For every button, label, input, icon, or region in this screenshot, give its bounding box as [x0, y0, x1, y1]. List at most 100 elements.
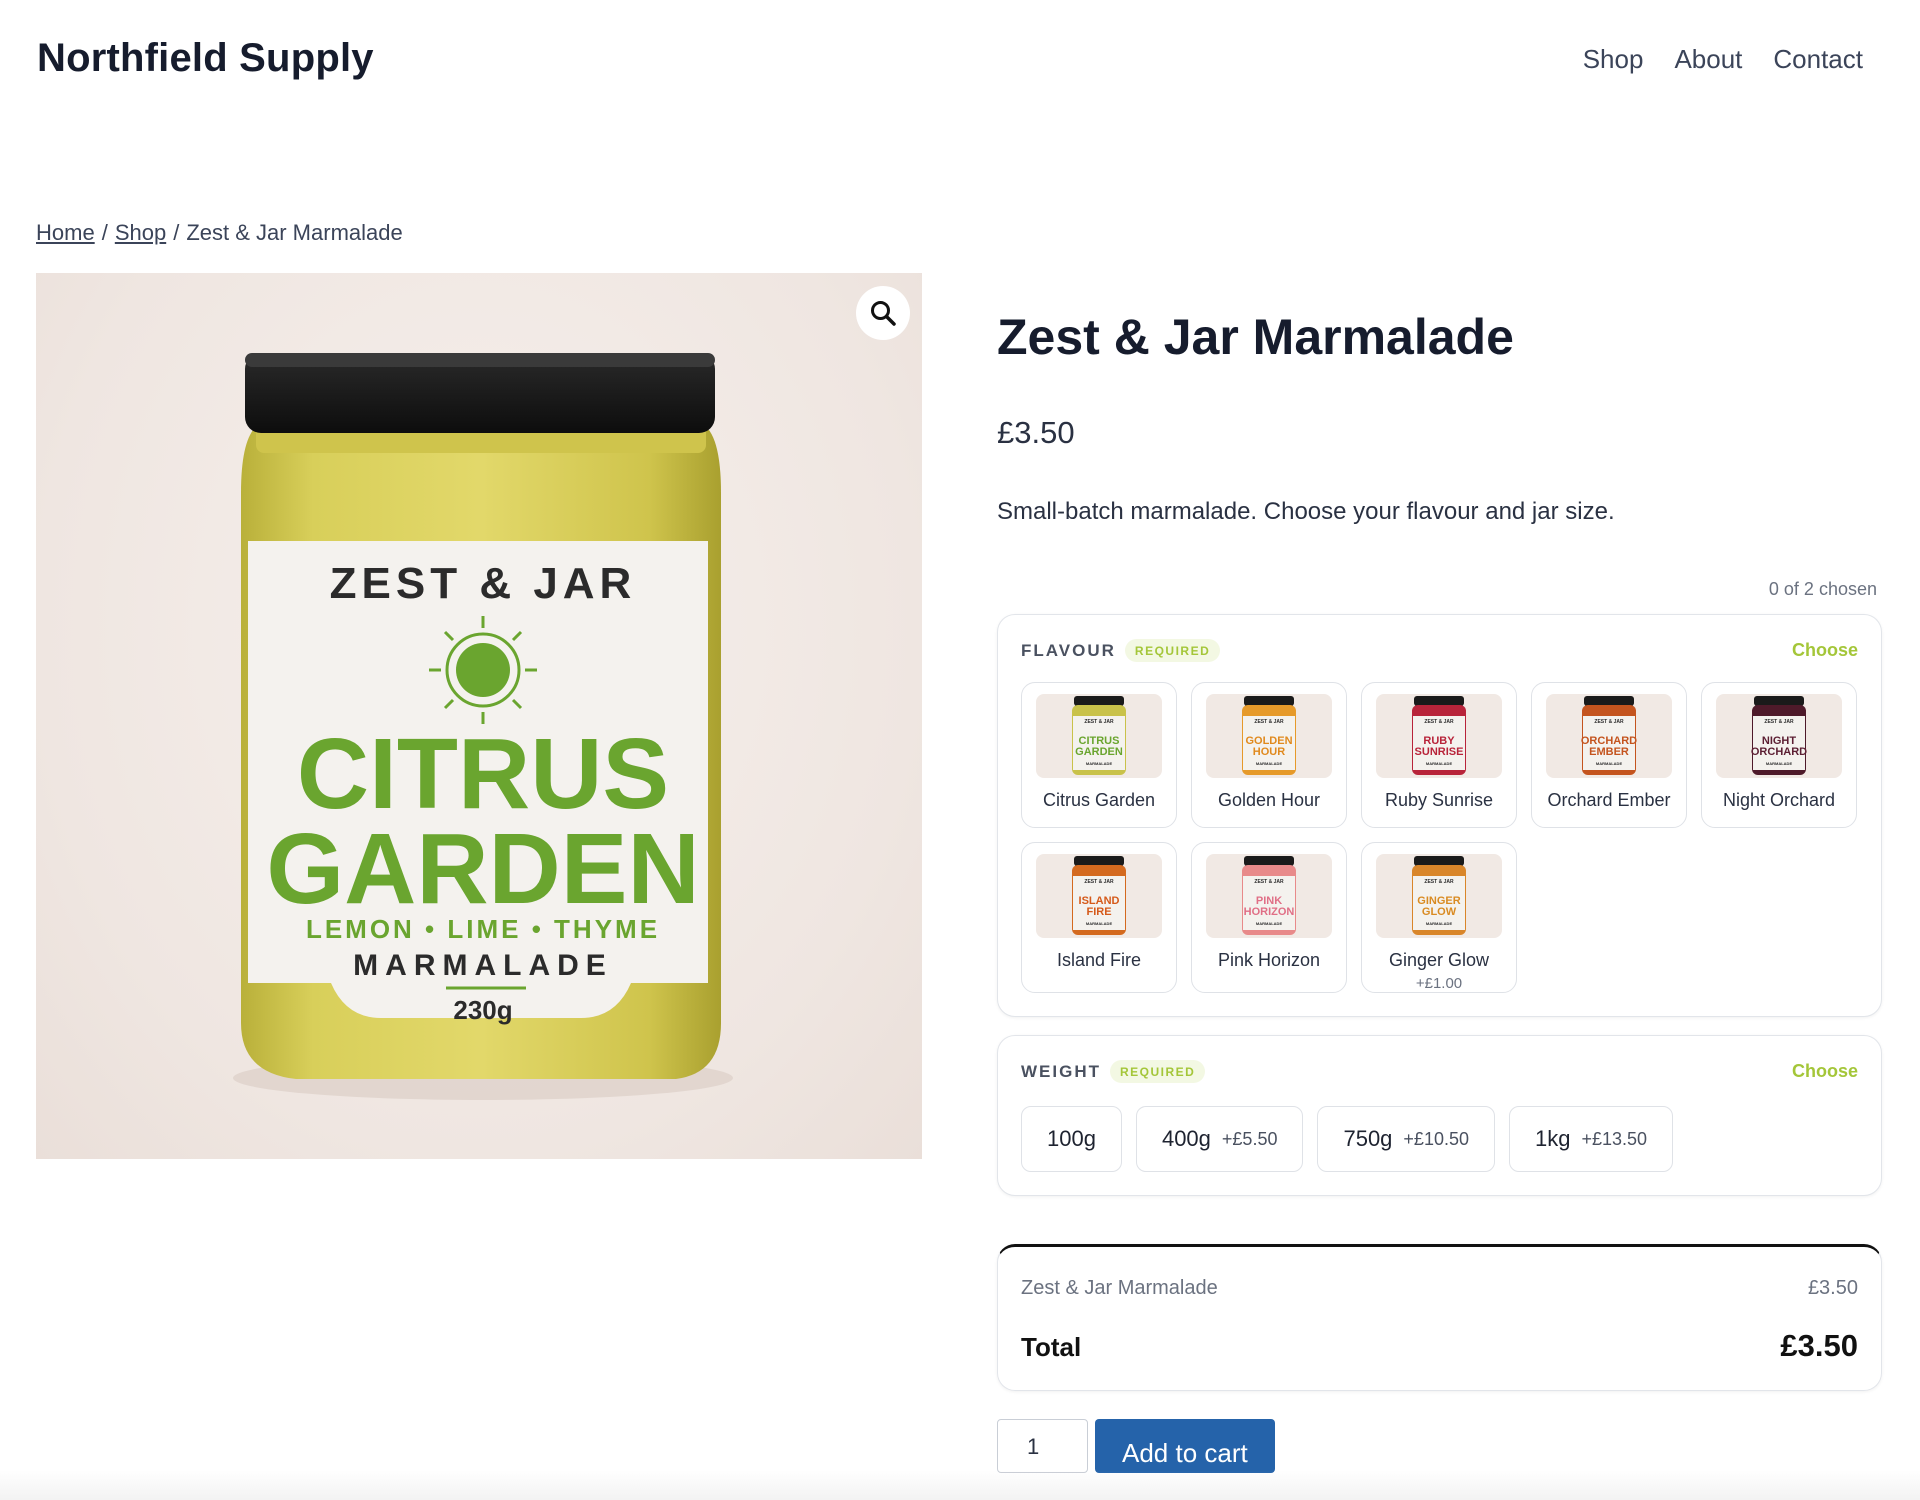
- thumb-line2: GARDEN: [1075, 746, 1123, 758]
- flavour-option-label: Island Fire: [1056, 950, 1142, 970]
- thumb-type: MARMALADE: [1086, 761, 1113, 766]
- flavour-thumbnail: ZEST & JAR ORCHARD EMBER MARMALADE: [1546, 694, 1672, 778]
- price-summary: Zest & Jar Marmalade £3.50 Total £3.50: [997, 1244, 1882, 1391]
- nav-shop[interactable]: Shop: [1583, 44, 1644, 75]
- flavour-option-label: Ruby Sunrise: [1384, 790, 1494, 810]
- label-line2: GARDEN: [266, 813, 699, 925]
- flavour-label: FLAVOUR: [1021, 640, 1116, 660]
- thumb-brand: ZEST & JAR: [1594, 719, 1624, 725]
- weight-option-list: 100g 400g +£5.50 750g +£10.50 1kg +£13.50: [1021, 1106, 1858, 1172]
- flavour-thumbnail: ZEST & JAR CITRUS GARDEN MARMALADE: [1036, 694, 1162, 778]
- main-nav: Shop About Contact: [1583, 44, 1863, 75]
- product-gallery[interactable]: ZEST & JAR CITRUS GARDEN LEMON • LIME • …: [36, 273, 922, 1159]
- thumb-brand: ZEST & JAR: [1424, 879, 1454, 885]
- breadcrumb-home[interactable]: Home: [36, 220, 95, 245]
- weight-label: WEIGHT: [1021, 1061, 1101, 1081]
- flavour-choose-status: Choose: [1791, 640, 1858, 660]
- product-description: Small-batch marmalade. Choose your flavo…: [997, 498, 1615, 525]
- flavour-option[interactable]: ZEST & JAR RUBY SUNRISE MARMALADE Ruby Sunri…: [1361, 682, 1517, 828]
- jar-thumbnail-image: ZEST & JARGINGERGLOWMARMALADE: [1412, 856, 1466, 935]
- weight-option[interactable]: 750g +£10.50: [1317, 1106, 1495, 1172]
- add-to-cart-button[interactable]: Add to cart: [1095, 1419, 1275, 1473]
- jar-thumbnail-image: ZEST & JARORCHARDEMBERMARMALADE: [1581, 696, 1637, 775]
- thumb-brand: ZEST & JAR: [1254, 719, 1284, 725]
- weight-group: WEIGHT REQUIRED Choose 100g 400g +£5.50 750…: [997, 1035, 1882, 1196]
- chosen-count: 0 of 2 chosen: [1768, 579, 1877, 599]
- flavour-option[interactable]: ZEST & JAR PINK HORIZON MARMALADE Pink Horiz…: [1191, 842, 1347, 993]
- product-summary: Zest & Jar Marmalade £3.50 Small-batch m…: [997, 300, 1882, 1473]
- thumb-type: MARMALADE: [1086, 921, 1113, 926]
- magnifier-icon: [871, 301, 896, 326]
- flavour-thumbnail: ZEST & JAR RUBY SUNRISE MARMALADE: [1376, 694, 1502, 778]
- weight-option-surcharge: +£10.50: [1403, 1128, 1469, 1149]
- breadcrumb: Home / Shop / Zest & Jar Marmalade: [36, 220, 403, 246]
- total-label: Total: [1021, 1332, 1082, 1362]
- thumb-type: MARMALADE: [1256, 921, 1283, 926]
- zoom-button[interactable]: [856, 286, 910, 340]
- thumb-type: MARMALADE: [1596, 761, 1623, 766]
- flavour-option-label: Citrus Garden: [1042, 790, 1156, 810]
- flavour-thumbnail: ZEST & JAR ISLAND FIRE MARMALADE: [1036, 854, 1162, 938]
- jar-thumbnail-image: ZEST & JARCITRUSGARDENMARMALADE: [1072, 696, 1126, 775]
- weight-option-surcharge: +£5.50: [1221, 1128, 1278, 1149]
- product-image: ZEST & JAR CITRUS GARDEN LEMON • LIME • …: [233, 353, 733, 1100]
- nav-about[interactable]: About: [1674, 44, 1742, 75]
- site-title[interactable]: Northfield Supply: [37, 36, 374, 81]
- thumb-type: MARMALADE: [1766, 761, 1793, 766]
- thumb-line2: EMBER: [1589, 746, 1629, 758]
- jar-thumbnail-image: ZEST & JARGOLDENHOURMARMALADE: [1242, 696, 1296, 775]
- weight-option-surcharge: +£13.50: [1581, 1128, 1648, 1149]
- flavour-thumbnail: ZEST & JAR NIGHT ORCHARD MARMALADE: [1716, 694, 1842, 778]
- flavour-option[interactable]: ZEST & JAR NIGHT ORCHARD MARMALADE Night Orc…: [1701, 682, 1857, 828]
- breadcrumb-separator: /: [173, 220, 180, 245]
- flavour-option[interactable]: ZEST & JAR ISLAND FIRE MARMALADE Island Fire: [1021, 842, 1177, 993]
- breadcrumb-separator: /: [101, 220, 108, 245]
- label-weight: 230g: [453, 995, 512, 1025]
- label-flavours: LEMON • LIME • THYME: [306, 914, 660, 944]
- breadcrumb-current: Zest & Jar Marmalade: [186, 220, 403, 245]
- thumb-line2: HORIZON: [1244, 906, 1295, 918]
- flavour-option-price: +£1.00: [1415, 975, 1463, 992]
- thumb-type: MARMALADE: [1426, 921, 1453, 926]
- flavour-option-label: Night Orchard: [1722, 790, 1836, 810]
- weight-choose-status: Choose: [1791, 1061, 1858, 1081]
- flavour-option[interactable]: ZEST & JAR ORCHARD EMBER MARMALADE Orchard E…: [1531, 682, 1687, 828]
- thumb-line2: FIRE: [1086, 906, 1111, 918]
- nav-contact[interactable]: Contact: [1773, 44, 1863, 75]
- weight-option[interactable]: 400g +£5.50: [1135, 1106, 1304, 1172]
- product-price: £3.50: [997, 415, 1075, 450]
- weight-option-label: 750g: [1343, 1126, 1393, 1151]
- thumb-brand: ZEST & JAR: [1764, 719, 1794, 725]
- flavour-option[interactable]: ZEST & JAR CITRUS GARDEN MARMALADE Citrus Ga…: [1021, 682, 1177, 828]
- required-badge: REQUIRED: [1124, 639, 1221, 662]
- weight-option[interactable]: 100g: [1021, 1106, 1122, 1172]
- flavour-group: FLAVOUR REQUIRED Choose ZEST & JAR CITRUS…: [997, 614, 1882, 1017]
- flavour-thumbnail: ZEST & JAR GOLDEN HOUR MARMALADE: [1206, 694, 1332, 778]
- total-value: £3.50: [1780, 1328, 1858, 1363]
- label-type: MARMALADE: [353, 949, 613, 982]
- flavour-option[interactable]: ZEST & JAR GOLDEN HOUR MARMALADE Golden Hour: [1191, 682, 1347, 828]
- thumb-type: MARMALADE: [1256, 761, 1283, 766]
- product-title: Zest & Jar Marmalade: [997, 309, 1514, 365]
- weight-option[interactable]: 1kg +£13.50: [1509, 1106, 1674, 1172]
- weight-option-label: 1kg: [1535, 1126, 1571, 1151]
- label-brand: ZEST & JAR: [330, 559, 637, 608]
- flavour-option[interactable]: ZEST & JAR GINGER GLOW MARMALADE Ginger Glow…: [1361, 842, 1517, 993]
- thumb-brand: ZEST & JAR: [1084, 719, 1114, 725]
- flavour-option-label: Pink Horizon: [1217, 950, 1321, 970]
- required-badge: REQUIRED: [1110, 1060, 1206, 1083]
- thumb-line2: SUNRISE: [1415, 746, 1464, 758]
- thumb-type: MARMALADE: [1426, 761, 1453, 766]
- jar-thumbnail-image: ZEST & JARPINKHORIZONMARMALADE: [1242, 856, 1296, 935]
- quantity-input[interactable]: 1: [997, 1419, 1088, 1473]
- jar-thumbnail-image: ZEST & JARNIGHTORCHARDMARMALADE: [1751, 696, 1807, 775]
- line-item-name: Zest & Jar Marmalade: [1021, 1277, 1218, 1299]
- breadcrumb-shop[interactable]: Shop: [115, 220, 166, 245]
- weight-option-label: 100g: [1047, 1126, 1096, 1151]
- thumb-line2: ORCHARD: [1751, 746, 1807, 758]
- flavour-option-label: Golden Hour: [1217, 790, 1321, 810]
- thumb-line2: HOUR: [1253, 746, 1285, 758]
- flavour-option-label: Orchard Ember: [1547, 790, 1671, 810]
- flavour-thumbnail: ZEST & JAR GINGER GLOW MARMALADE: [1376, 854, 1502, 938]
- thumb-line2: GLOW: [1422, 906, 1457, 918]
